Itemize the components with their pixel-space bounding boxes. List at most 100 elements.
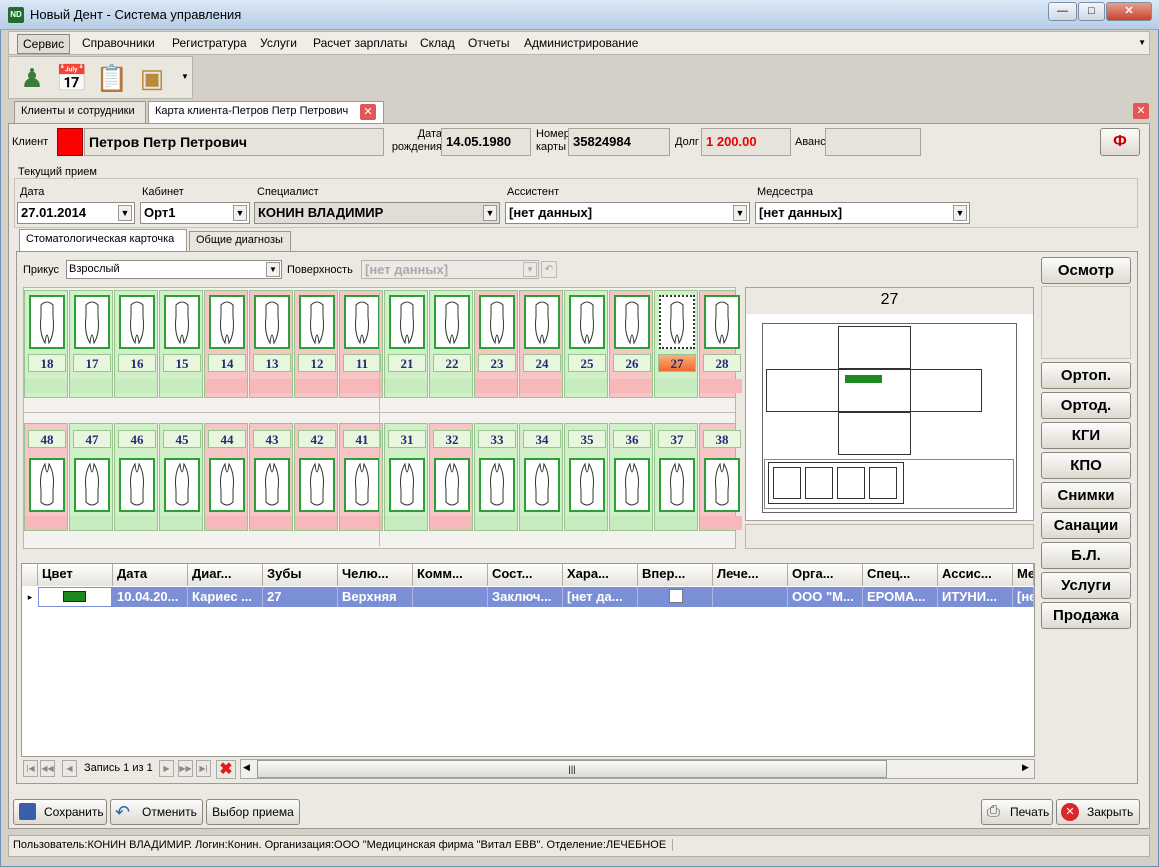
chevron-down-icon[interactable]: ▼ <box>953 205 967 221</box>
specialist-select[interactable]: КОНИН ВЛАДИМИР ▼ <box>254 202 500 224</box>
date-picker[interactable]: 27.01.2014 ▼ <box>17 202 135 224</box>
kpo-button[interactable]: КПО <box>1041 452 1131 479</box>
menu-salary[interactable]: Расчет зарплаты <box>308 36 412 50</box>
column-header[interactable]: Зубы <box>263 564 338 586</box>
delete-record-icon[interactable]: ✖ <box>216 760 236 779</box>
prev-record-icon[interactable]: ◀ <box>62 760 77 777</box>
root-canal-3[interactable] <box>837 467 865 499</box>
chevron-down-icon[interactable]: ▼ <box>733 205 747 221</box>
tooth-18[interactable]: 18 <box>24 290 68 398</box>
sanation-button[interactable]: Санации <box>1041 512 1131 539</box>
tooth-35[interactable]: 35 <box>564 423 608 531</box>
tooth-32[interactable]: 32 <box>429 423 473 531</box>
column-header[interactable]: Орга... <box>788 564 863 586</box>
tooth-43[interactable]: 43 <box>249 423 293 531</box>
menu-uslugi[interactable]: Услуги <box>255 36 302 50</box>
tooth-15[interactable]: 15 <box>159 290 203 398</box>
column-header[interactable]: Комм... <box>413 564 488 586</box>
next-record-icon[interactable]: ▶ <box>159 760 174 777</box>
chevron-down-icon[interactable]: ▼ <box>266 262 280 277</box>
osmotr-button[interactable]: Осмотр <box>1041 257 1131 284</box>
minimize-icon[interactable]: — <box>1048 2 1077 21</box>
column-header[interactable]: Ассис... <box>938 564 1013 586</box>
tooth-22[interactable]: 22 <box>429 290 473 398</box>
column-header[interactable]: Спец... <box>863 564 938 586</box>
tooth-26[interactable]: 26 <box>609 290 653 398</box>
tooth-36[interactable]: 36 <box>609 423 653 531</box>
tooth-14[interactable]: 14 <box>204 290 248 398</box>
surface-top[interactable] <box>838 326 911 369</box>
menu-spravochniki[interactable]: Справочники <box>77 36 160 50</box>
close-window-icon[interactable]: ✕ <box>1106 2 1152 21</box>
tooth-47[interactable]: 47 <box>69 423 113 531</box>
close-button[interactable]: ✕ Закрыть <box>1056 799 1140 825</box>
column-header[interactable]: Сост... <box>488 564 563 586</box>
maximize-icon[interactable]: □ <box>1078 2 1105 21</box>
ortop-button[interactable]: Ортоп. <box>1041 362 1131 389</box>
sale-button[interactable]: Продажа <box>1041 602 1131 629</box>
column-header[interactable]: Цвет <box>38 564 113 586</box>
scrollbar-thumb[interactable]: ||| <box>257 760 887 778</box>
toolbar-dropdown-icon[interactable]: ▼ <box>181 72 189 81</box>
reset-surface-icon[interactable]: ↶ <box>541 261 557 278</box>
tab-client-card[interactable]: Карта клиента-Петров Петр Петрович <box>148 101 384 124</box>
kgi-button[interactable]: КГИ <box>1041 422 1131 449</box>
menu-overflow-icon[interactable]: ▼ <box>1138 38 1146 47</box>
menu-registratura[interactable]: Регистратура <box>167 36 252 50</box>
ortod-button[interactable]: Ортод. <box>1041 392 1131 419</box>
xray-button[interactable]: Снимки <box>1041 482 1131 509</box>
tooth-17[interactable]: 17 <box>69 290 113 398</box>
tooth-45[interactable]: 45 <box>159 423 203 531</box>
tooth-25[interactable]: 25 <box>564 290 608 398</box>
tooth-41[interactable]: 41 <box>339 423 383 531</box>
next-page-icon[interactable]: ▶▶ <box>178 760 193 777</box>
services-button[interactable]: Услуги <box>1041 572 1131 599</box>
cancel-button[interactable]: ↶ Отменить <box>110 799 203 825</box>
tooth-23[interactable]: 23 <box>474 290 518 398</box>
scroll-left-icon[interactable]: ◀ <box>243 762 250 773</box>
surface-bottom[interactable] <box>838 412 911 455</box>
assistant-select[interactable]: [нет данных] ▼ <box>505 202 750 224</box>
chevron-down-icon[interactable]: ▼ <box>233 205 247 221</box>
chevron-down-icon[interactable]: ▼ <box>523 262 537 277</box>
bl-button[interactable]: Б.Л. <box>1041 542 1131 569</box>
tooth-33[interactable]: 33 <box>474 423 518 531</box>
root-canal-1[interactable] <box>773 467 801 499</box>
root-canal-2[interactable] <box>805 467 833 499</box>
tooth-37[interactable]: 37 <box>654 423 698 531</box>
menu-sklad[interactable]: Склад <box>415 36 460 50</box>
prev-page-icon[interactable]: ◀◀ <box>40 760 55 777</box>
column-header[interactable]: Впер... <box>638 564 713 586</box>
save-button[interactable]: Сохранить <box>13 799 107 825</box>
nurse-select[interactable]: [нет данных] ▼ <box>755 202 970 224</box>
surface-select[interactable]: [нет данных] ▼ <box>361 260 539 279</box>
column-header[interactable]: Лече... <box>713 564 788 586</box>
column-header[interactable]: Диаг... <box>188 564 263 586</box>
tooth-28[interactable]: 28 <box>699 290 742 398</box>
tooth-16[interactable]: 16 <box>114 290 158 398</box>
tooth-27[interactable]: 27 <box>654 290 698 398</box>
root-canal-4[interactable] <box>869 467 897 499</box>
close-all-tabs-icon[interactable]: ✕ <box>1133 103 1149 119</box>
tooth-11[interactable]: 11 <box>339 290 383 398</box>
bite-select[interactable]: Взрослый ▼ <box>66 260 282 279</box>
print-button[interactable]: ⎙ Печать <box>981 799 1053 825</box>
close-tab-icon[interactable]: ✕ <box>360 104 376 120</box>
scroll-right-icon[interactable]: ▶ <box>1022 762 1029 773</box>
user-icon[interactable]: ♟ <box>15 61 49 95</box>
chevron-down-icon[interactable]: ▼ <box>483 205 497 221</box>
cabinet-select[interactable]: Орт1 ▼ <box>140 202 250 224</box>
column-header[interactable]: Хара... <box>563 564 638 586</box>
tooth-42[interactable]: 42 <box>294 423 338 531</box>
tooth-38[interactable]: 38 <box>699 423 742 531</box>
calendar-icon[interactable]: 📅 <box>55 61 89 95</box>
menu-admin[interactable]: Администрирование <box>519 36 643 50</box>
tab-clients[interactable]: Клиенты и сотрудники <box>14 101 146 123</box>
clipboard-icon[interactable]: 📋 <box>95 61 129 95</box>
column-header[interactable]: Челю... <box>338 564 413 586</box>
menu-otchety[interactable]: Отчеты <box>463 36 514 50</box>
menu-servis[interactable]: Сервис <box>17 34 71 54</box>
tooth-31[interactable]: 31 <box>384 423 428 531</box>
tooth-46[interactable]: 46 <box>114 423 158 531</box>
select-visit-button[interactable]: Выбор приема <box>206 799 300 825</box>
